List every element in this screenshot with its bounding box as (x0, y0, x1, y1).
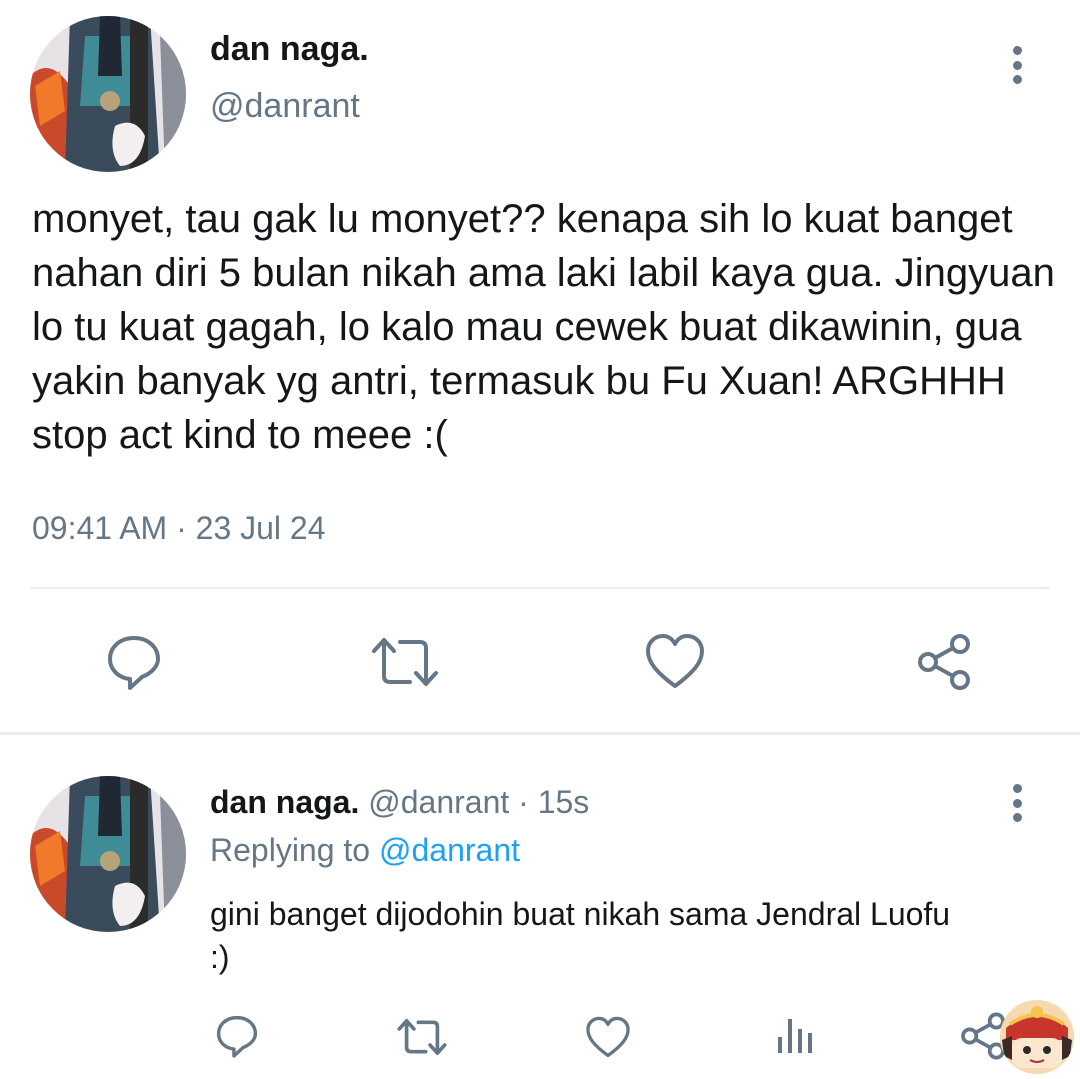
analytics-icon[interactable] (776, 1015, 816, 1055)
replying-to-label: Replying to (210, 832, 371, 868)
tweet-separator (0, 732, 1080, 735)
author-handle[interactable]: @danrant (210, 87, 360, 126)
author-avatar[interactable] (30, 16, 186, 172)
reply-like-icon[interactable] (585, 1015, 631, 1059)
reply-retweet-icon[interactable] (396, 1015, 448, 1059)
tweet-timestamp: 09:41 AM · 23 Jul 24 (32, 510, 326, 547)
tweet-text: monyet, tau gak lu monyet?? kenapa sih l… (32, 197, 1055, 457)
reply-display-name[interactable]: dan naga. (210, 784, 359, 820)
sticker-image (1000, 1000, 1074, 1074)
tweet-date: 23 Jul 24 (195, 510, 326, 546)
reply-reply-icon[interactable] (214, 1013, 260, 1059)
reply-more-options-icon[interactable] (1011, 784, 1023, 822)
reply-text: gini banget dijodohin buat nikah sama Je… (210, 896, 951, 975)
tweet-time: 09:41 AM (32, 510, 168, 546)
avatar-image (30, 16, 186, 172)
reply-icon[interactable] (104, 632, 164, 692)
share-icon[interactable] (914, 632, 974, 692)
replying-to-handle[interactable]: @danrant (379, 832, 520, 868)
reply-separator: · (518, 784, 529, 820)
replying-to: Replying to @danrant (210, 832, 520, 869)
like-icon[interactable] (644, 632, 706, 690)
reply-author-avatar[interactable] (30, 776, 186, 932)
floating-sticker-avatar[interactable] (1000, 1000, 1074, 1074)
reply-age: 15s (537, 784, 590, 820)
more-options-icon[interactable] (1011, 46, 1023, 84)
avatar-image (30, 776, 186, 932)
timestamp-divider (30, 587, 1050, 589)
author-display-name[interactable]: dan naga. (210, 30, 369, 69)
retweet-icon[interactable] (370, 632, 440, 692)
reply-header: dan naga. @danrant · 15s (210, 784, 589, 821)
timestamp-separator: · (176, 510, 187, 546)
reply-handle[interactable]: @danrant (368, 784, 509, 820)
